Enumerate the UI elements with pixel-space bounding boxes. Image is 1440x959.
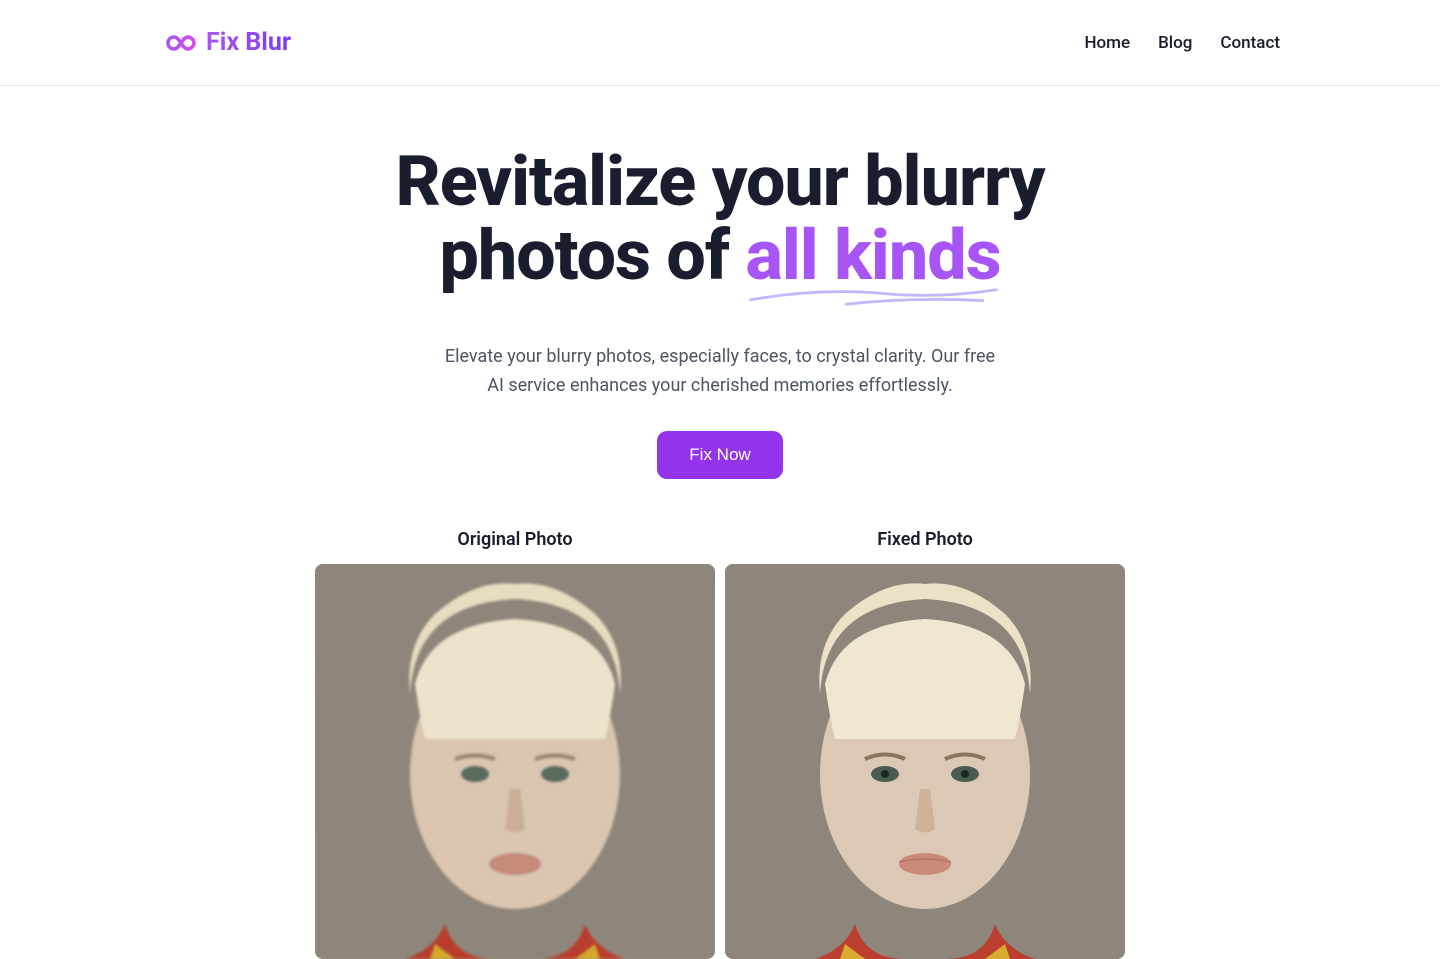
main-content: Revitalize your blurry photos of all kin… <box>120 86 1320 959</box>
hero-title-accent: all kinds <box>746 220 1001 294</box>
portrait-placeholder-icon <box>725 564 1125 959</box>
fix-now-button[interactable]: Fix Now <box>657 431 782 479</box>
infinity-icon <box>160 31 196 55</box>
nav-link-home[interactable]: Home <box>1084 33 1130 53</box>
hero-section: Revitalize your blurry photos of all kin… <box>160 86 1280 479</box>
hero-title-line1: Revitalize your blurry <box>396 141 1045 223</box>
nav-link-contact[interactable]: Contact <box>1220 33 1280 53</box>
fixed-photo <box>725 564 1125 959</box>
underline-decoration-icon <box>746 285 1001 309</box>
fixed-photo-column: Fixed Photo <box>725 529 1125 959</box>
original-photo <box>315 564 715 959</box>
original-photo-column: Original Photo <box>315 529 715 959</box>
site-header: Fix Blur Home Blog Contact <box>0 0 1440 86</box>
logo-text: Fix Blur <box>206 28 291 57</box>
nav-link-blog[interactable]: Blog <box>1158 33 1192 53</box>
logo[interactable]: Fix Blur <box>160 28 291 57</box>
hero-title-line2-prefix: photos of <box>440 215 746 297</box>
original-photo-label: Original Photo <box>457 529 572 550</box>
hero-subtitle: Elevate your blurry photos, especially f… <box>435 343 1005 401</box>
portrait-placeholder-icon <box>315 564 715 959</box>
main-nav: Home Blog Contact <box>1084 33 1280 53</box>
hero-title: Revitalize your blurry photos of all kin… <box>160 146 1280 293</box>
photo-comparison: Original Photo <box>160 529 1280 959</box>
fixed-photo-label: Fixed Photo <box>877 529 973 550</box>
